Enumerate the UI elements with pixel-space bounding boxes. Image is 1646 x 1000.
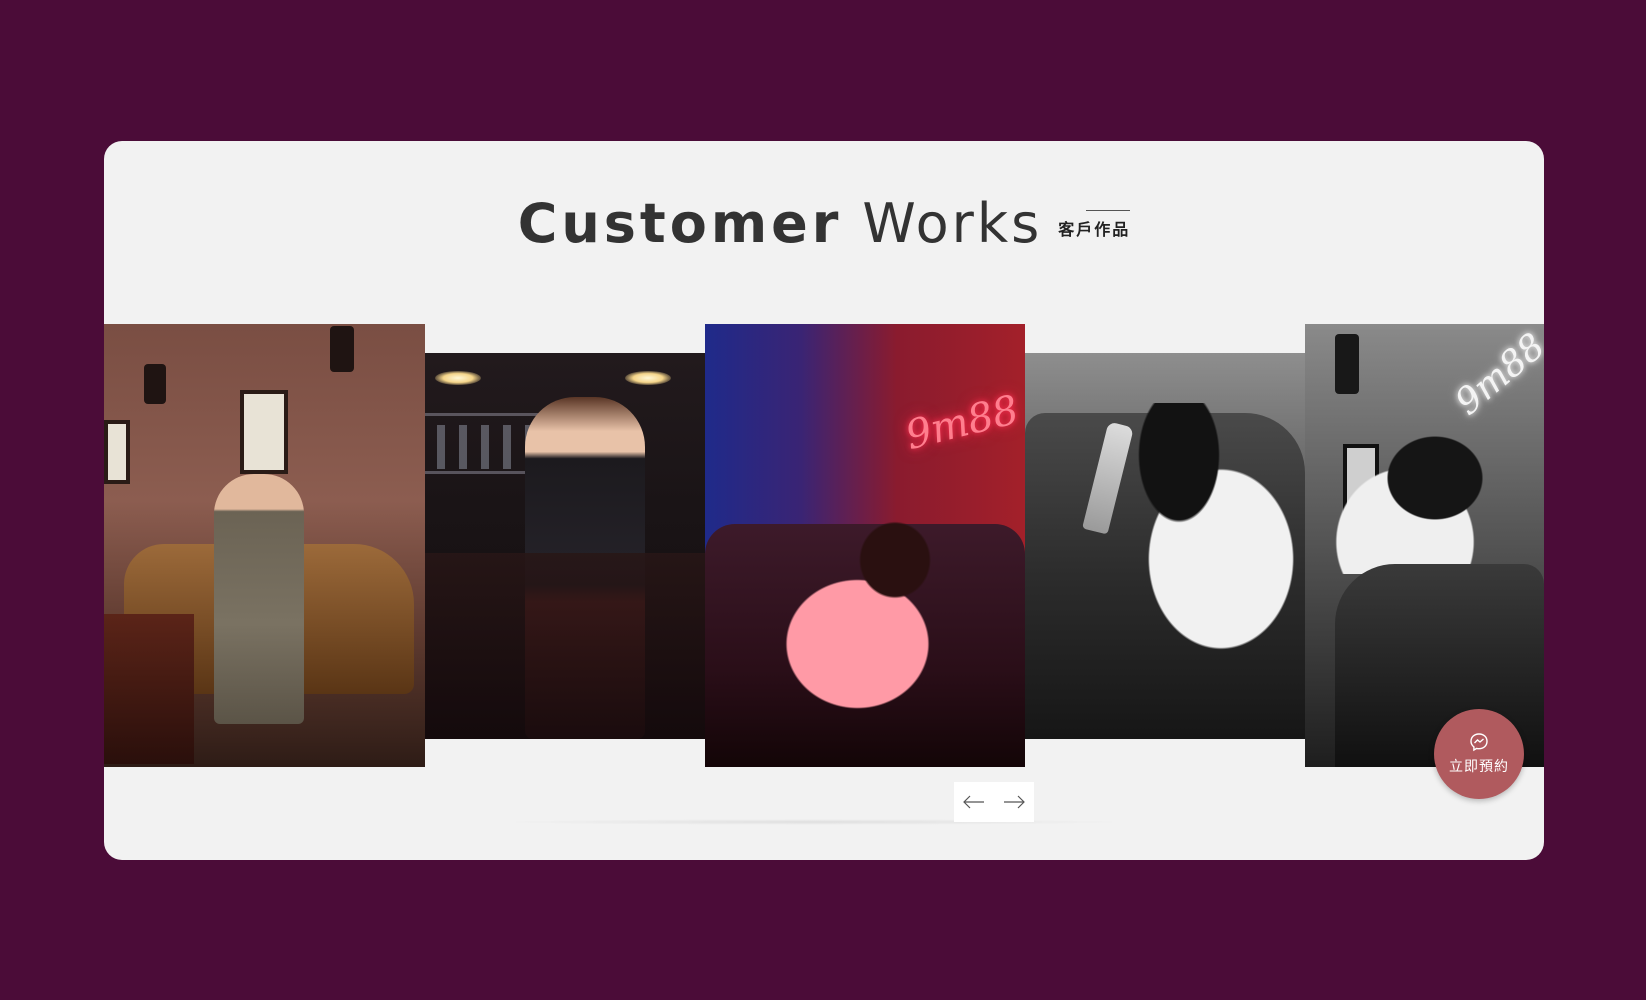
next-button[interactable] [1001,792,1027,812]
bar-lamp [625,371,671,385]
photo-woman-with-bottle[interactable] [1025,353,1305,739]
wall-lamp [1335,334,1359,394]
nav-shadow [494,819,1134,825]
heading-subtitle: 客戶作品 [1058,220,1131,239]
bar-counter-shape [425,553,705,739]
photo-man-in-suit[interactable] [104,324,425,767]
section-heading: Customer Works 客戶作品 [104,197,1544,251]
subtitle-rule [1086,210,1131,211]
person-sofa-shape [745,520,995,720]
prev-button[interactable] [961,792,987,812]
heading-title-light: Works [862,192,1043,255]
wall-lamp [144,364,166,404]
heading-title-bold: Customer [517,192,843,255]
person-leaning-shape [1325,414,1525,574]
neon-sign: 9m88 [1447,325,1544,424]
book-now-button[interactable]: 立即預約 [1434,709,1524,799]
side-table-shape [104,614,194,764]
wall-frame-picture [104,420,130,484]
photo-woman-leaning-bw[interactable]: 9m88 [1305,324,1544,767]
book-now-label: 立即預約 [1449,759,1509,775]
neon-sign: 9m88 [901,386,1024,460]
messenger-icon [1470,733,1488,752]
customer-works-panel: Customer Works 客戶作品 9m88 9m88 [104,141,1544,860]
arrow-left-icon [963,795,984,809]
photo-woman-on-sofa-red[interactable]: 9m88 [705,324,1025,767]
carousel-navigation [954,782,1034,822]
heading-subtitle-wrap: 客戶作品 [1058,210,1131,239]
photo-woman-at-bar[interactable] [425,353,705,739]
arrow-right-icon [1004,795,1025,809]
wall-frame-picture [240,390,288,474]
person-suit-shape [214,474,304,724]
wall-lamp [330,326,354,372]
bar-lamp [435,371,481,385]
